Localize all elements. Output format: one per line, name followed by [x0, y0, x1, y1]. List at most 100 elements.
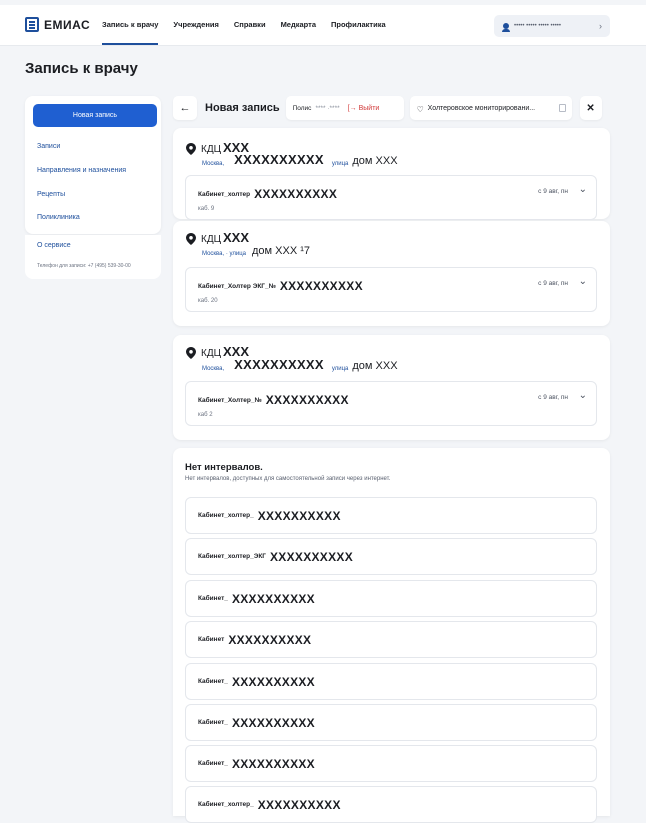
- address-street-type: улица: [331, 161, 349, 167]
- service-chip[interactable]: ♡ Холтеровское мониторировани...: [409, 96, 572, 120]
- clinic-card: КДЦ ХХХ Москва, XXXXXXXXXX улица дом ХХХ …: [173, 128, 610, 220]
- slot-label: Кабинет_: [198, 595, 228, 602]
- unavailable-room[interactable]: Кабинет_холтер_ XXXXXXXXXX: [185, 497, 597, 534]
- clinic-address: Москва, XXXXXXXXXX улица дом ХХХ: [202, 357, 398, 372]
- address-city: Москва,: [202, 161, 225, 167]
- polis-chip: Полис **** ·**** [→ Выйти: [285, 96, 404, 120]
- unavailable-room[interactable]: Кабинет_холтер_ЭКГ XXXXXXXXXX: [185, 538, 597, 575]
- address-street-type: улица: [331, 366, 349, 372]
- copy-icon[interactable]: [558, 104, 566, 112]
- slot-label: Кабинет_: [198, 719, 228, 726]
- logout-label: Выйти: [358, 104, 380, 112]
- clinic-header: КДЦ ХХХ: [186, 230, 249, 245]
- clinic-address: Москва, XXXXXXXXXX улица дом ХХХ: [202, 152, 398, 167]
- arrow-left-icon: ←: [179, 102, 191, 114]
- clinic-address: Москва, · улица дом ХХХ ¹7: [202, 245, 310, 257]
- user-menu[interactable]: ••••• ••••• ••••• ••••• ›: [494, 15, 610, 37]
- sidebar-item-records[interactable]: Записи: [37, 143, 60, 150]
- address-house: дом ХХХ ¹7: [251, 245, 310, 257]
- room-type: Кабинет_Холтер ЭКГ_№: [198, 282, 276, 290]
- room-cabinet: каб. 20: [198, 298, 218, 304]
- user-name: ••••• ••••• ••••• •••••: [514, 23, 562, 29]
- unavailable-room[interactable]: Кабинет_ XXXXXXXXXX: [185, 745, 597, 782]
- nav-prevention[interactable]: Профилактика: [331, 5, 386, 45]
- slot-code: XXXXXXXXXX: [231, 756, 315, 771]
- logout-icon: [→: [347, 104, 357, 112]
- address-city: Москва, · улица: [202, 251, 246, 257]
- slot-label: Кабинет_: [198, 760, 228, 767]
- slot-label: Кабинет_холтер_: [198, 801, 254, 808]
- top-bar: ЕМИАС Запись к врачу Учреждения Справки …: [0, 5, 646, 46]
- close-icon: ✕: [586, 102, 595, 114]
- page-title: Запись к врачу: [25, 60, 138, 77]
- address-city: Москва,: [202, 366, 225, 372]
- slot-code: XXXXXXXXXX: [231, 591, 315, 606]
- unavailable-room[interactable]: Кабинет_холтер_ XXXXXXXXXX: [185, 786, 597, 823]
- service-name: Холтеровское мониторировани...: [427, 104, 536, 112]
- room-row[interactable]: Кабинет_Холтер_№ XXXXXXXXXX каб 2 с 9 ав…: [185, 381, 597, 426]
- room-type: Кабинет_холтер: [198, 190, 251, 198]
- polis-number: **** ·****: [315, 104, 340, 112]
- clinic-card: КДЦ ХХХ Москва, · улица дом ХХХ ¹7 Кабине…: [173, 221, 610, 326]
- nav-medcard[interactable]: Медкарта: [281, 5, 316, 45]
- room-code: XXXXXXXXXX: [279, 279, 363, 293]
- sidebar-item-referrals[interactable]: Направления и назначения: [37, 167, 126, 174]
- room-cabinet: каб. 9: [198, 206, 215, 212]
- user-icon: [502, 23, 510, 32]
- room-cabinet: каб 2: [198, 412, 213, 418]
- unavailable-room[interactable]: Кабинет XXXXXXXXXX: [185, 621, 597, 658]
- sidebar-item-clinic[interactable]: Поликлиника: [37, 214, 80, 221]
- nav-certificates[interactable]: Справки: [234, 5, 266, 45]
- map-pin-icon: [186, 233, 196, 245]
- room-row[interactable]: Кабинет_Холтер ЭКГ_№ XXXXXXXXXX каб. 20 …: [185, 267, 597, 312]
- logout-button[interactable]: [→ Выйти: [348, 105, 380, 112]
- sidebar-info: О сервисе Телефон для записи: +7 (495) 5…: [25, 235, 161, 279]
- logo-text: ЕМИАС: [44, 17, 91, 32]
- slot-code: XXXXXXXXXX: [231, 674, 315, 689]
- heart-icon: ♡: [416, 105, 424, 114]
- unavailable-room[interactable]: Кабинет_ XXXXXXXXXX: [185, 704, 597, 741]
- no-intervals-card: Нет интервалов. Нет интервалов, доступны…: [173, 448, 610, 823]
- unavailable-room[interactable]: Кабинет_ XXXXXXXXXX: [185, 663, 597, 700]
- about-link[interactable]: О сервисе: [37, 242, 71, 249]
- polis-label: Полис: [292, 104, 312, 112]
- chevron-down-icon[interactable]: ⌄: [579, 184, 587, 195]
- chevron-down-icon[interactable]: ⌄: [579, 276, 587, 287]
- room-date: с 9 авг, пн: [538, 280, 568, 287]
- slot-label: Кабинет_: [198, 678, 228, 685]
- sidebar-item-prescriptions[interactable]: Рецепты: [37, 191, 65, 198]
- nav-institutions[interactable]: Учреждения: [173, 5, 218, 45]
- unavailable-room[interactable]: Кабинет_ XXXXXXXXXX: [185, 580, 597, 617]
- strip-title: Новая запись: [205, 102, 280, 114]
- logo-icon: [25, 17, 39, 32]
- no-intervals-title: Нет интервалов.: [185, 462, 263, 473]
- new-appointment-button[interactable]: Новая запись: [33, 104, 157, 127]
- slot-code: XXXXXXXXXX: [257, 797, 341, 812]
- room-type: Кабинет_Холтер_№: [198, 396, 262, 404]
- support-phone: Телефон для записи: +7 (495) 539-30-00: [37, 263, 131, 269]
- room-date: с 9 авг, пн: [538, 394, 568, 401]
- room-code: XXXXXXXXXX: [265, 393, 349, 407]
- slot-label: Кабинет: [198, 636, 225, 643]
- chevron-down-icon[interactable]: ⌄: [579, 390, 587, 401]
- slot-label: Кабинет_холтер_ЭКГ: [198, 553, 266, 560]
- clinic-name: КДЦ ХХХ: [201, 230, 250, 245]
- no-intervals-description: Нет интервалов, доступных для самостояте…: [185, 476, 391, 482]
- slot-code: XXXXXXXXXX: [269, 549, 354, 564]
- close-button[interactable]: ✕: [579, 96, 602, 120]
- slot-code: XXXXXXXXXX: [231, 715, 315, 730]
- sidebar: Новая запись Записи Направления и назнач…: [25, 96, 161, 234]
- address-street: XXXXXXXXXX: [234, 152, 324, 167]
- nav-appointment[interactable]: Запись к врачу: [102, 5, 159, 45]
- slot-code: XXXXXXXXXX: [228, 632, 312, 647]
- address-house: дом ХХХ: [352, 360, 398, 372]
- map-pin-icon: [186, 143, 196, 155]
- address-house: дом ХХХ: [352, 155, 398, 167]
- slot-code: XXXXXXXXXX: [257, 508, 341, 523]
- booking-strip: ← Новая запись Полис **** ·**** [→ Выйти …: [173, 96, 602, 120]
- logo[interactable]: ЕМИАС: [25, 17, 90, 32]
- address-street: XXXXXXXXXX: [234, 357, 324, 372]
- room-row[interactable]: Кабинет_холтер XXXXXXXXXX каб. 9 с 9 авг…: [185, 175, 597, 220]
- main-nav: Запись к врачу Учреждения Справки Медкар…: [102, 5, 401, 45]
- back-button[interactable]: ←: [173, 96, 197, 120]
